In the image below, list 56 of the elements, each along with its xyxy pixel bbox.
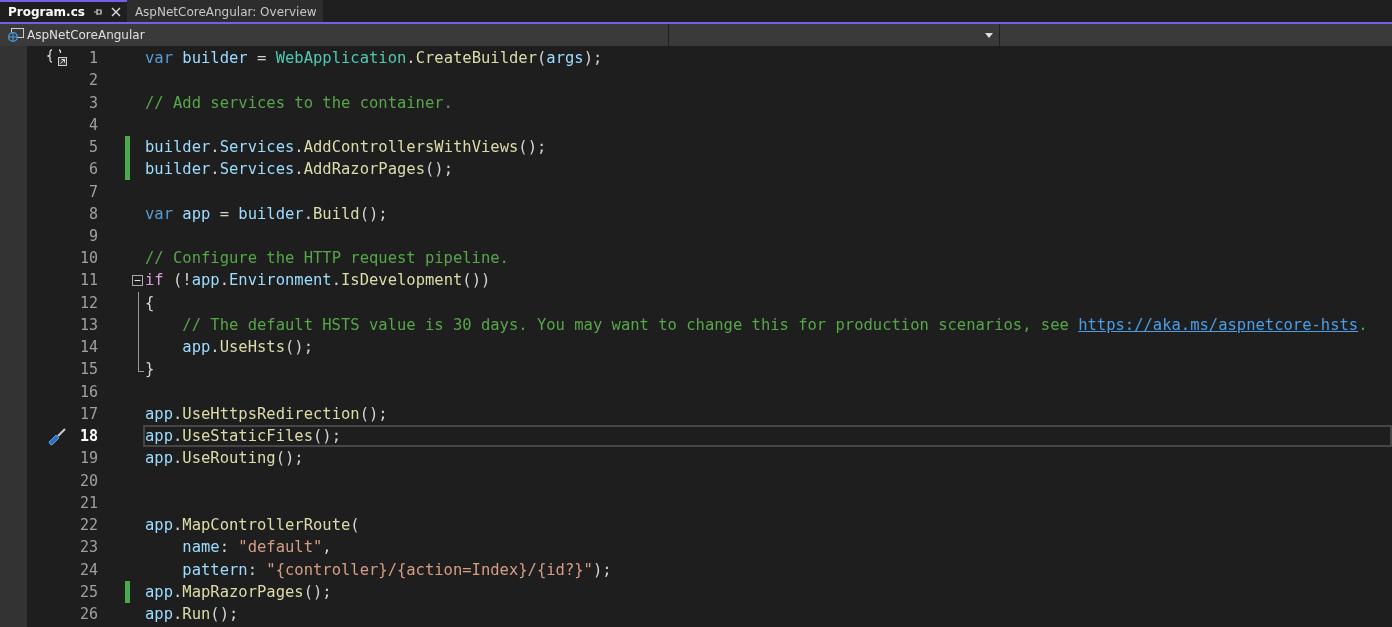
line-number: 22: [78, 516, 98, 535]
line-number: 6: [87, 160, 98, 179]
collapse-icon[interactable]: [132, 274, 143, 286]
line-number: 7: [87, 182, 98, 201]
line-number: 5: [87, 138, 98, 157]
code-line: if (!app.Environment.IsDevelopment()): [145, 271, 491, 290]
file-tab[interactable]: AspNetCoreAngular: Overview: [126, 0, 323, 22]
line-number: 24: [78, 560, 98, 579]
line-number: 10: [78, 249, 98, 268]
link[interactable]: https://aka.ms/aspnetcore-hsts: [1078, 315, 1359, 334]
line-number: 16: [78, 382, 98, 401]
caret-icon: [985, 32, 993, 38]
file-tab[interactable]: Program.cs: [0, 0, 127, 22]
code-line: {: [145, 293, 155, 312]
line-number: 1: [87, 49, 98, 68]
line-number: 21: [78, 493, 98, 512]
line-number: 12: [78, 293, 98, 312]
line-number: 26: [78, 604, 98, 623]
code-line: builder.Services.AddControllersWithViews();: [145, 138, 547, 157]
line-number: 17: [78, 404, 98, 423]
line-number: 18: [78, 427, 98, 446]
line-number: 20: [78, 471, 98, 490]
line-number: 3: [87, 93, 98, 112]
line-number: 25: [78, 582, 98, 601]
close-icon[interactable]: [110, 7, 121, 17]
code-line: pattern: "{controller}/{action=Index}/{id?}");: [182, 560, 612, 579]
line-number: 14: [78, 338, 98, 357]
code-line: app.UseRouting();: [145, 449, 304, 468]
code-line: var builder = WebApplication.CreateBuilder(args);: [145, 49, 603, 68]
line-number: 2: [87, 71, 98, 90]
code-line: name: "default",: [182, 538, 332, 557]
code-line: app.UseStaticFiles();: [145, 427, 341, 446]
web-project-icon: [8, 28, 24, 42]
line-number: 11: [78, 271, 98, 290]
code-line: var app = builder.Build();: [145, 204, 388, 223]
line-number: 9: [87, 227, 98, 245]
pin-icon[interactable]: [92, 7, 103, 17]
line-number: 13: [78, 315, 98, 334]
code-line: app.UseHttpsRedirection();: [145, 404, 388, 423]
code-line: // Add services to the container.: [145, 93, 453, 112]
line-number: 8: [87, 204, 98, 223]
code-line: app.UseHsts();: [182, 338, 313, 357]
line-number: 15: [78, 360, 98, 379]
line-number: 4: [87, 115, 98, 134]
code-lens-icon[interactable]: [47, 48, 69, 69]
code-line: app.MapControllerRoute(: [145, 516, 360, 535]
line-number: 23: [78, 538, 98, 557]
code-line: }: [145, 360, 155, 379]
screwdriver-icon[interactable]: [47, 426, 69, 447]
code-line: // Configure the HTTP request pipeline.: [145, 249, 509, 268]
project-dropdown[interactable]: AspNetCoreAngular: [0, 24, 668, 46]
code-line: app.MapRazorPages();: [145, 582, 332, 601]
code-line: app.Run();: [145, 604, 239, 623]
code-line: builder.Services.AddRazorPages();: [145, 160, 453, 179]
line-number: 19: [78, 449, 98, 468]
code-line: // The default HSTS value is 30 days. You may want to change this for production scenarios, see https://aka.ms/aspnetcore-hsts.: [182, 315, 1368, 334]
